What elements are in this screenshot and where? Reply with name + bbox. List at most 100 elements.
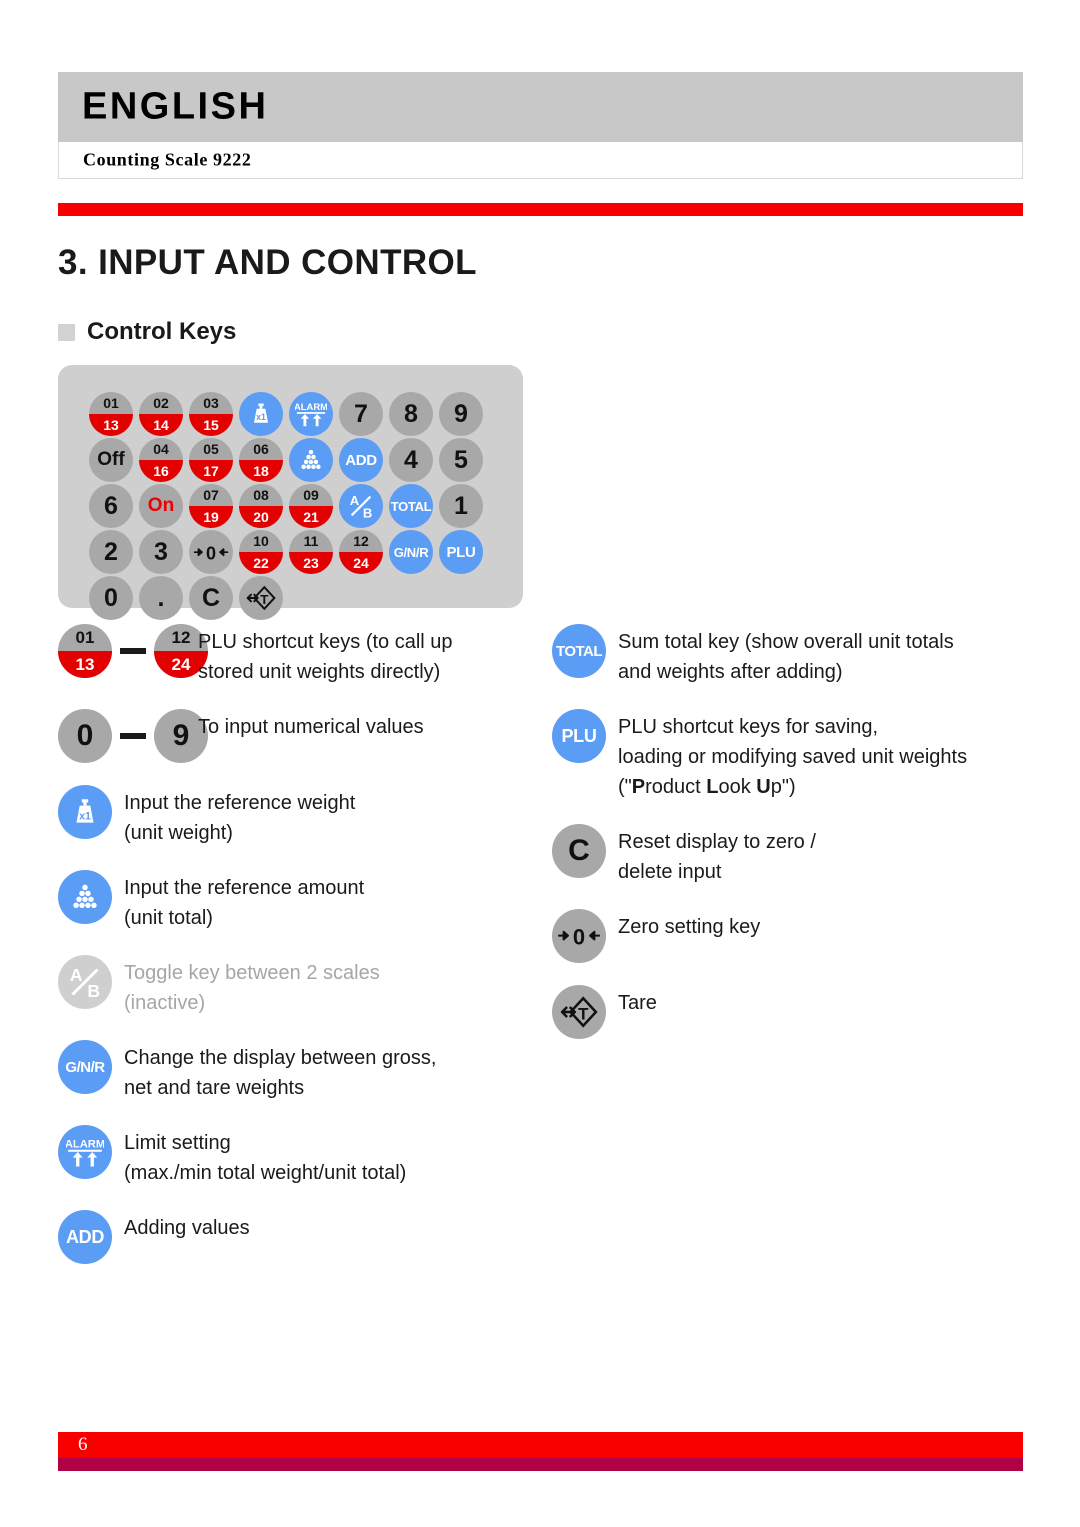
legend-key-c[interactable]: C: [552, 824, 606, 878]
keypad-key-alarm[interactable]: ALARM: [289, 392, 333, 436]
keypad-cell: G/N/R: [388, 529, 434, 575]
keypad-key-5[interactable]: 5: [439, 438, 483, 482]
square-bullet-icon: [58, 323, 75, 341]
key-label: TOTAL: [555, 642, 603, 660]
plu-key-upper-number: 03: [203, 395, 219, 411]
keypad-key-4[interactable]: 4: [389, 438, 433, 482]
legend-key-ab-toggle: AB: [58, 955, 112, 1009]
keypad-plu-key-04[interactable]: 04 16: [139, 438, 183, 482]
legend-line: PLU shortcut keys for saving,: [618, 716, 879, 738]
legend-key-alarm[interactable]: ALARM: [58, 1125, 112, 1179]
legend-key-total[interactable]: TOTAL: [552, 624, 606, 678]
legend-key-plu[interactable]: PLU: [552, 709, 606, 763]
plu-key-lower-number: 24: [339, 552, 383, 574]
keypad-plu-key-02[interactable]: 02 14: [139, 392, 183, 436]
keypad-plu-key-08[interactable]: 08 20: [239, 484, 283, 528]
legend-key-group: 01 13 12 24: [58, 624, 208, 678]
legend-row: ADD Adding values: [58, 1210, 528, 1264]
legend-row: TOTAL Sum total key (show overall unit to…: [552, 624, 1022, 687]
keypad-key-8[interactable]: 8: [389, 392, 433, 436]
keypad-plu-key-12[interactable]: 12 24: [339, 530, 383, 574]
keypad-key-6[interactable]: 6: [89, 484, 133, 528]
keypad-key-off[interactable]: Off: [89, 438, 133, 482]
legend-line: (max./min total weight/unit total): [124, 1162, 407, 1184]
legend-key-unit-weight[interactable]: x1: [58, 785, 112, 839]
keypad-key-tare[interactable]: T: [239, 576, 283, 620]
legend-key-unit-total[interactable]: [58, 870, 112, 924]
keypad-key-total[interactable]: TOTAL: [389, 484, 433, 528]
plu-key-lower-number: 20: [239, 506, 283, 528]
keypad-key-plu[interactable]: PLU: [439, 530, 483, 574]
svg-text:0: 0: [573, 925, 585, 950]
plu-key-lower-number: 15: [189, 414, 233, 436]
keypad-key-3[interactable]: 3: [139, 530, 183, 574]
keypad-key-label: G/N/R: [393, 544, 429, 560]
unit-total-icon: [301, 449, 321, 470]
keypad-key-9[interactable]: 9: [439, 392, 483, 436]
keypad-plu-key-07[interactable]: 07 19: [189, 484, 233, 528]
keypad-key-decimal[interactable]: .: [139, 576, 183, 620]
legend-key-group: PLU: [552, 709, 618, 763]
keypad-key-label: 0: [104, 583, 118, 612]
keypad-grid: 01 13 02 14 03 15 x1 ALARM 7 8 9 Off 04 16 05 17 06 18 ADD…: [88, 391, 484, 621]
legend-row: 0 Zero setting key: [552, 909, 1022, 963]
legend-key-add[interactable]: ADD: [58, 1210, 112, 1264]
svg-text:ALARM: ALARM: [66, 1139, 104, 1151]
keypad-key-0[interactable]: 0: [89, 576, 133, 620]
svg-text:B: B: [87, 981, 100, 1001]
keypad-key-unit-weight[interactable]: x1: [239, 392, 283, 436]
keypad-key-add[interactable]: ADD: [339, 438, 383, 482]
legend-row: Input the reference amount (unit total): [58, 870, 528, 933]
keypad-key-7[interactable]: 7: [339, 392, 383, 436]
keypad-key-ab-toggle[interactable]: AB: [339, 484, 383, 528]
keypad-key-on[interactable]: On: [139, 484, 183, 528]
zero-set-icon: 0: [558, 925, 600, 950]
plu-key-upper-number: 05: [203, 441, 219, 457]
legend-key-group: G/N/R: [58, 1040, 124, 1094]
keypad-key-gnr[interactable]: G/N/R: [389, 530, 433, 574]
svg-text:x1: x1: [256, 412, 266, 422]
legend-description: Input the reference weight (unit weight): [124, 785, 355, 848]
keypad-key-1[interactable]: 1: [439, 484, 483, 528]
language-title: ENGLISH: [82, 85, 269, 128]
legend-key-group: 0: [552, 909, 618, 963]
legend-numeric-key-first[interactable]: 0: [58, 709, 112, 763]
keypad-cell: 03 15: [188, 391, 234, 437]
legend-key-tare[interactable]: T: [552, 985, 606, 1039]
legend-key-group: ALARM: [58, 1125, 124, 1179]
plu-key-upper-number: 12: [353, 533, 369, 549]
keypad-key-label: 5: [454, 445, 468, 474]
keypad-cell: 0: [88, 575, 134, 621]
keypad-key-unit-total[interactable]: [289, 438, 333, 482]
keypad-plu-key-01[interactable]: 01 13: [89, 392, 133, 436]
legend-plu-key-first[interactable]: 01 13: [58, 624, 112, 678]
plu-key-upper-number: 02: [153, 395, 169, 411]
plu-key-lower-number: 23: [289, 552, 333, 574]
keypad-plu-key-10[interactable]: 10 22: [239, 530, 283, 574]
legend-column-right: TOTAL Sum total key (show overall unit to…: [552, 624, 1022, 1061]
keypad-plu-key-11[interactable]: 11 23: [289, 530, 333, 574]
range-dash-icon: [120, 733, 146, 739]
legend-line: ("Product Look Up"): [618, 776, 796, 798]
plu-key-upper-number: 06: [253, 441, 269, 457]
legend-row: 01 13 12 24 PLU shortcut keys (to call up sto…: [58, 624, 528, 687]
alarm-icon: ALARM: [66, 1139, 104, 1167]
keypad-key-2[interactable]: 2: [89, 530, 133, 574]
legend-line: Reset display to zero /: [618, 831, 816, 853]
keypad-key-c[interactable]: C: [189, 576, 233, 620]
keypad-plu-key-05[interactable]: 05 17: [189, 438, 233, 482]
plu-key-lower-number: 17: [189, 460, 233, 482]
plu-key-lower-number: 22: [239, 552, 283, 574]
keypad-plu-key-09[interactable]: 09 21: [289, 484, 333, 528]
legend-key-zero-set[interactable]: 0: [552, 909, 606, 963]
legend-line: delete input: [618, 861, 722, 883]
plu-key-upper-number: 01: [75, 628, 95, 647]
keypad-key-zero-set[interactable]: 0: [189, 530, 233, 574]
legend-description: PLU shortcut keys (to call up stored unit…: [198, 624, 453, 687]
keypad-cell: 02 14: [138, 391, 184, 437]
keypad-plu-key-06[interactable]: 06 18: [239, 438, 283, 482]
key-label: G/N/R: [65, 1058, 105, 1076]
keypad-plu-key-03[interactable]: 03 15: [189, 392, 233, 436]
legend-key-gnr[interactable]: G/N/R: [58, 1040, 112, 1094]
model-band: Counting Scale 9222: [58, 142, 1023, 179]
